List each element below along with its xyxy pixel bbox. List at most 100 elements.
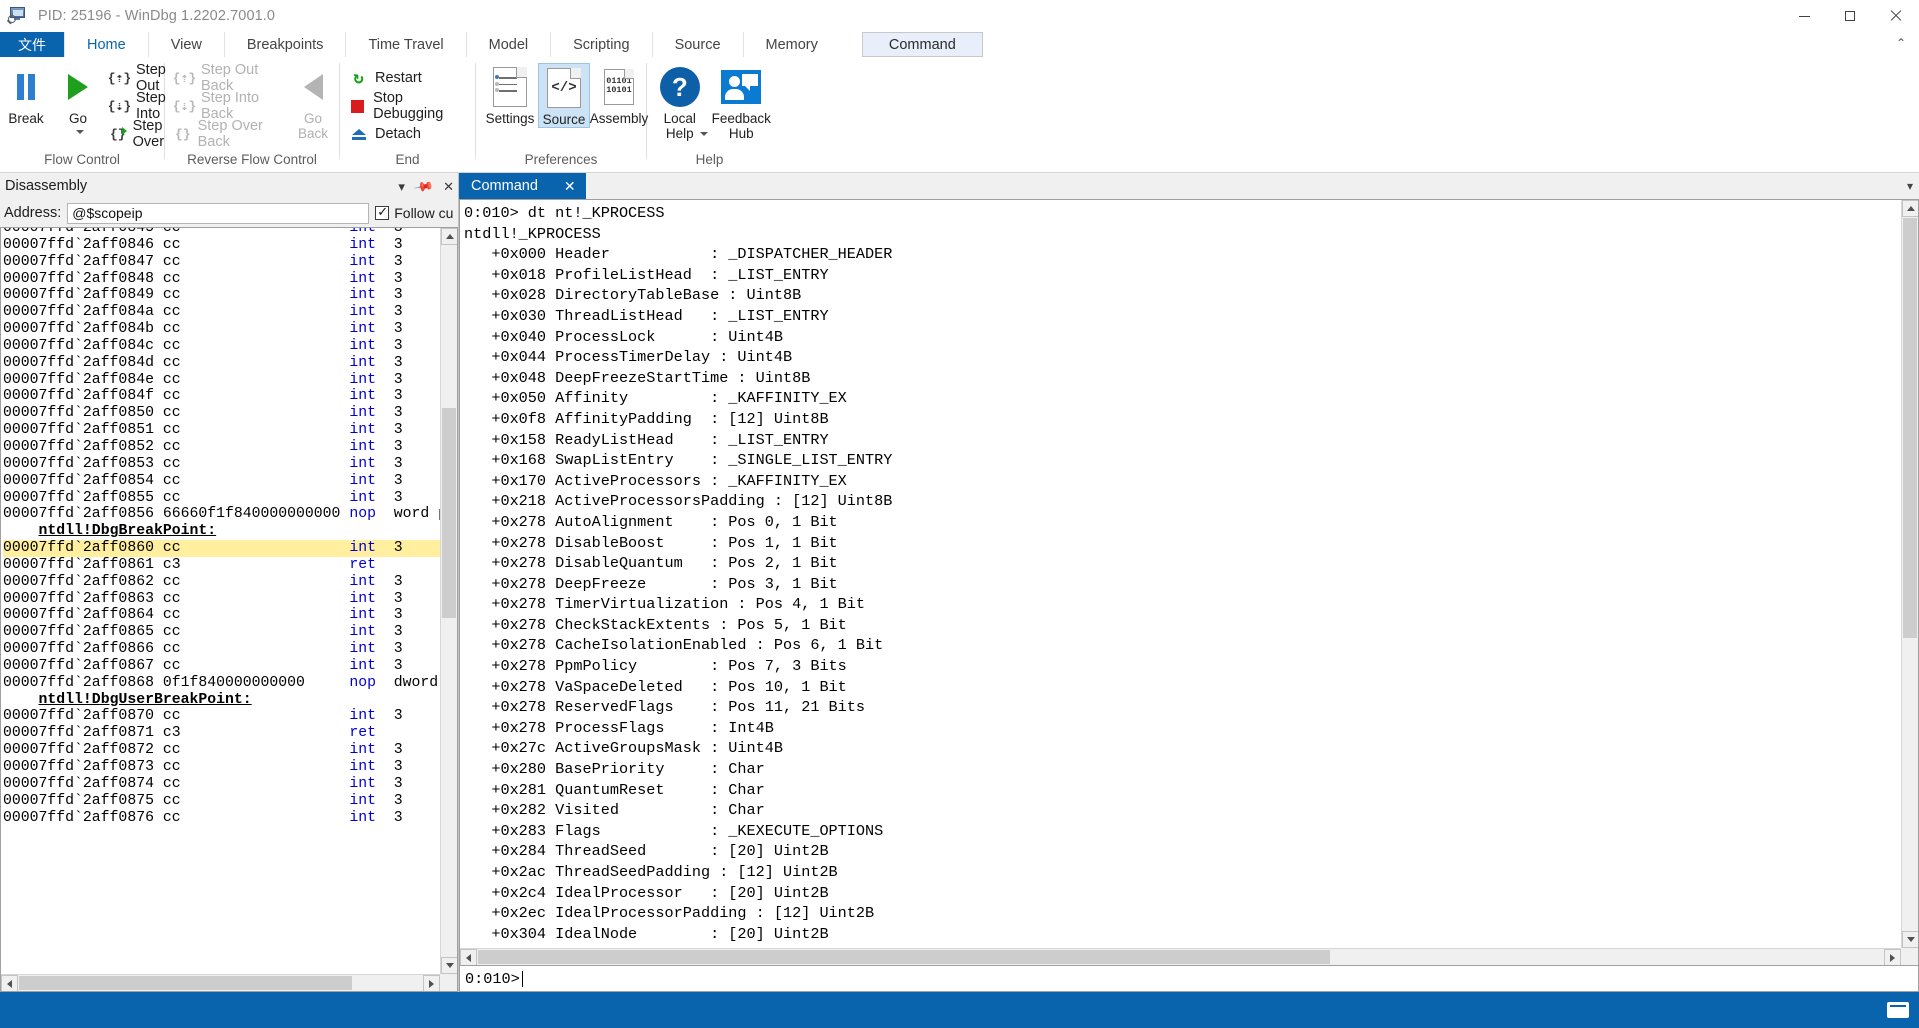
go-dropdown-icon[interactable] (72, 124, 84, 139)
notification-icon[interactable] (1887, 1002, 1909, 1018)
vertical-scroll-thumb[interactable] (442, 408, 456, 618)
disassembly-line[interactable]: 00007ffd`2aff0871 c3 ret (3, 725, 440, 742)
disassembly-line[interactable]: 00007ffd`2aff0875 cc int 3 (3, 793, 440, 810)
pin-icon[interactable]: 📌 (413, 175, 435, 197)
command-output-view[interactable]: 0:010> dt nt!_KPROCESS ntdll!_KPROCESS +… (459, 199, 1919, 966)
tab-memory[interactable]: Memory (742, 32, 840, 57)
disassembly-line[interactable]: 00007ffd`2aff0851 cc int 3 (3, 422, 440, 439)
disassembly-line[interactable]: 00007ffd`2aff084e cc int 3 (3, 372, 440, 389)
disassembly-line[interactable]: 00007ffd`2aff0846 cc int 3 (3, 237, 440, 254)
scroll-right-button[interactable] (1884, 949, 1901, 965)
source-button[interactable]: </> Source (538, 63, 590, 128)
scroll-down-button[interactable] (1902, 931, 1918, 948)
step-into-back-button[interactable]: {⇣} Step Into Back (173, 90, 279, 122)
tab-breakpoints[interactable]: Breakpoints (223, 32, 346, 57)
step-over-button[interactable]: {} Step Over (110, 118, 167, 150)
disassembly-line[interactable]: 00007ffd`2aff0863 cc int 3 (3, 591, 440, 608)
command-tab[interactable]: Command ✕ (459, 173, 586, 199)
disassembly-line[interactable]: 00007ffd`2aff0870 cc int 3 (3, 708, 440, 725)
panel-close-icon[interactable]: ✕ (443, 180, 454, 193)
restart-button[interactable]: ↻ Restart (349, 65, 467, 91)
go-button[interactable]: Go (52, 63, 104, 139)
disassembly-line[interactable]: 00007ffd`2aff084d cc int 3 (3, 355, 440, 372)
go-back-button[interactable]: Go Back (287, 63, 339, 141)
horizontal-scroll-thumb[interactable] (478, 950, 1330, 964)
disassembly-line[interactable]: 00007ffd`2aff0847 cc int 3 (3, 254, 440, 271)
local-help-dropdown-icon[interactable] (696, 126, 708, 141)
break-button[interactable]: Break (0, 63, 52, 126)
disassembly-line[interactable]: 00007ffd`2aff0854 cc int 3 (3, 473, 440, 490)
disassembly-line[interactable]: 00007ffd`2aff0852 cc int 3 (3, 439, 440, 456)
disassembly-line[interactable]: 00007ffd`2aff0867 cc int 3 (3, 658, 440, 675)
vertical-scroll-thumb[interactable] (1903, 218, 1917, 638)
disassembly-line[interactable]: 00007ffd`2aff0866 cc int 3 (3, 641, 440, 658)
disassembly-label[interactable]: ntdll!DbgUserBreakPoint: (3, 692, 440, 709)
disassembly-line[interactable]: 00007ffd`2aff0849 cc int 3 (3, 287, 440, 304)
command-panel-menu-icon[interactable]: ▾ (1907, 179, 1913, 193)
command-input-row[interactable]: 0:010> (459, 966, 1919, 992)
feedback-hub-button[interactable]: Feedback Hub (711, 63, 772, 141)
disassembly-line[interactable]: 00007ffd`2aff0845 cc int 3 (3, 228, 440, 237)
disassembly-line[interactable]: 00007ffd`2aff084b cc int 3 (3, 321, 440, 338)
maximize-button[interactable] (1827, 0, 1873, 32)
disassembly-vertical-scrollbar[interactable] (440, 228, 457, 974)
disassembly-horizontal-scrollbar[interactable] (1, 974, 440, 991)
scroll-down-button[interactable] (441, 957, 457, 974)
local-help-button[interactable]: ? Local Help (653, 63, 708, 141)
disassembly-line[interactable]: 00007ffd`2aff084c cc int 3 (3, 338, 440, 355)
disassembly-line[interactable]: 00007ffd`2aff0861 c3 ret (3, 557, 440, 574)
tab-command[interactable]: Command (861, 32, 983, 57)
disassembly-line[interactable]: 00007ffd`2aff084a cc int 3 (3, 304, 440, 321)
chevron-up-icon[interactable]: ⌃ (1893, 35, 1909, 51)
tab-file[interactable]: 文件 (0, 32, 64, 57)
disassembly-line[interactable]: 00007ffd`2aff0860 cc int 3 (3, 540, 440, 557)
scroll-up-button[interactable] (1902, 200, 1918, 217)
disassembly-line[interactable]: 00007ffd`2aff0865 cc int 3 (3, 624, 440, 641)
step-out-button[interactable]: {⇡} Step Out (108, 62, 167, 94)
disassembly-line[interactable]: 00007ffd`2aff0855 cc int 3 (3, 490, 440, 507)
disassembly-line[interactable]: 00007ffd`2aff0856 66660f1f840000000000 n… (3, 506, 440, 523)
disassembly-view[interactable]: 00007ffd`2aff0845 cc int 3 00007ffd`2aff0… (0, 227, 458, 992)
detach-button[interactable]: Detach (349, 121, 467, 147)
tab-home[interactable]: Home (64, 32, 148, 57)
disassembly-line[interactable]: 00007ffd`2aff0850 cc int 3 (3, 405, 440, 422)
command-horizontal-scrollbar[interactable] (460, 948, 1901, 965)
address-input[interactable] (67, 202, 370, 224)
horizontal-scroll-thumb[interactable] (19, 976, 352, 990)
disassembly-line[interactable]: 00007ffd`2aff0874 cc int 3 (3, 776, 440, 793)
settings-button[interactable]: Settings (484, 63, 536, 126)
tab-model[interactable]: Model (465, 32, 551, 57)
disassembly-line[interactable]: 00007ffd`2aff0868 0f1f840000000000 nop d… (3, 675, 440, 692)
scroll-up-button[interactable] (441, 228, 457, 245)
panel-menu-icon[interactable]: ▾ (398, 180, 405, 193)
scroll-left-button[interactable] (460, 949, 477, 965)
disassembly-line[interactable]: 00007ffd`2aff0872 cc int 3 (3, 742, 440, 759)
follow-current-checkbox[interactable]: Follow cur (375, 205, 454, 221)
tab-time-travel[interactable]: Time Travel (345, 32, 465, 57)
disassembly-line[interactable]: 00007ffd`2aff0864 cc int 3 (3, 607, 440, 624)
scroll-left-button[interactable] (1, 975, 18, 991)
disassembly-line[interactable]: 00007ffd`2aff084f cc int 3 (3, 388, 440, 405)
instruction-operand: 3 (393, 641, 403, 658)
command-vertical-scrollbar[interactable] (1901, 200, 1918, 948)
stop-debugging-button[interactable]: Stop Debugging (349, 90, 467, 122)
scroll-right-button[interactable] (423, 975, 440, 991)
disassembly-line[interactable]: 00007ffd`2aff0876 cc int 3 (3, 810, 440, 827)
disassembly-label[interactable]: ntdll!DbgBreakPoint: (3, 523, 440, 540)
step-over-back-button[interactable]: {} Step Over Back (175, 118, 279, 150)
tab-view[interactable]: View (147, 32, 224, 57)
command-tab-close-icon[interactable]: ✕ (564, 178, 576, 195)
instruction-opcode: int (349, 354, 394, 371)
disassembly-line[interactable]: 00007ffd`2aff0862 cc int 3 (3, 574, 440, 591)
minimize-button[interactable] (1781, 0, 1827, 32)
close-button[interactable] (1873, 0, 1919, 32)
step-out-back-button[interactable]: {⇡} Step Out Back (173, 62, 279, 94)
disassembly-line[interactable]: 00007ffd`2aff0848 cc int 3 (3, 271, 440, 288)
step-into-button[interactable]: {⇣} Step Into (108, 90, 167, 122)
checkbox-icon[interactable] (375, 205, 390, 220)
disassembly-line[interactable]: 00007ffd`2aff0873 cc int 3 (3, 759, 440, 776)
tab-source[interactable]: Source (651, 32, 743, 57)
tab-scripting[interactable]: Scripting (550, 32, 651, 57)
disassembly-line[interactable]: 00007ffd`2aff0853 cc int 3 (3, 456, 440, 473)
assembly-button[interactable]: 01101 10101 Assembly (590, 63, 648, 126)
